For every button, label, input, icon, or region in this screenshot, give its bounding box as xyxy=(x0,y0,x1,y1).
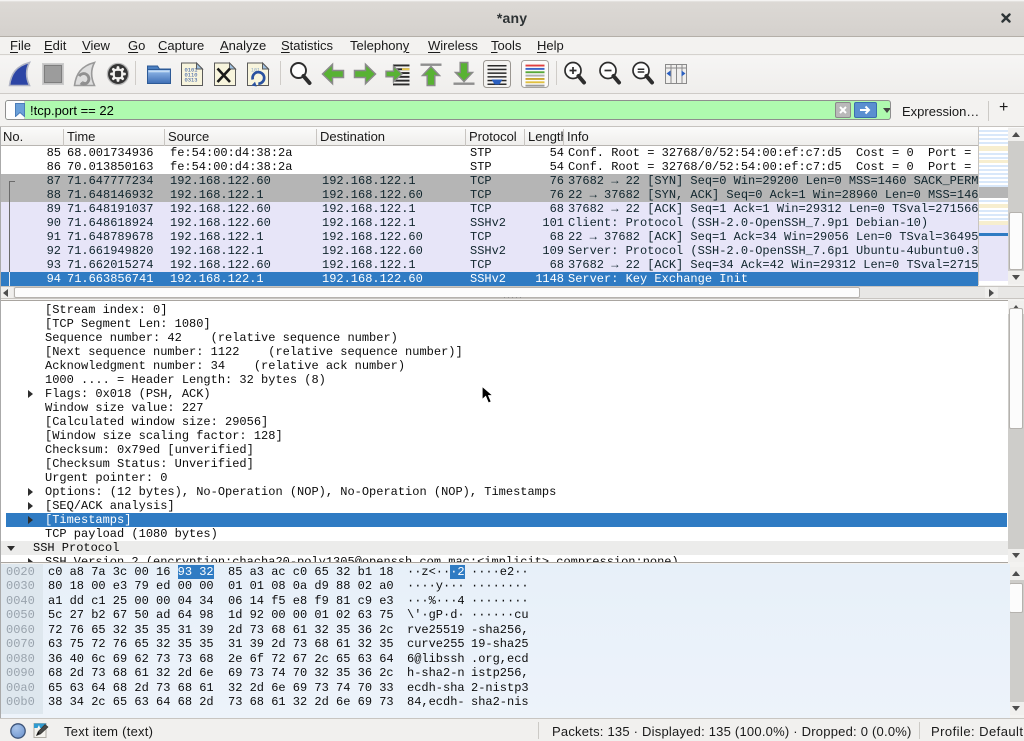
svg-text:0313: 0313 xyxy=(185,78,198,84)
